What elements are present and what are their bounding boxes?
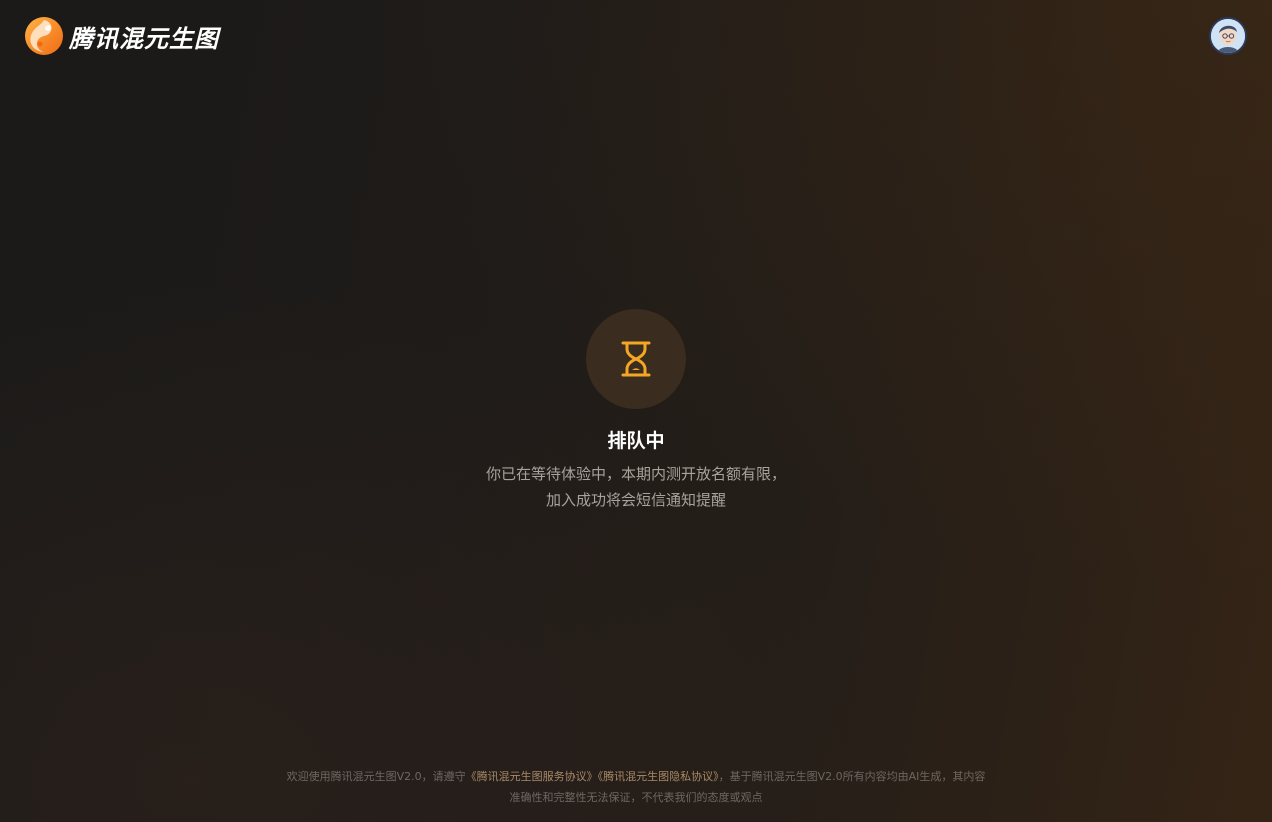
status-icon-badge <box>586 309 686 409</box>
footer-line-1: 欢迎使用腾讯混元生图V2.0，请遵守《腾讯混元生图服务协议》《腾讯混元生图隐私协… <box>0 766 1272 787</box>
footer-line-2: 准确性和完整性无法保证，不代表我们的态度或观点 <box>509 791 763 804</box>
queue-page: 腾讯混元生图 排队中 你已在等待体验中，本期内测开放名额有限， 加入成功将会短信… <box>0 0 1272 822</box>
user-avatar[interactable] <box>1209 17 1247 55</box>
footer-disclaimer: 欢迎使用腾讯混元生图V2.0，请遵守《腾讯混元生图服务协议》《腾讯混元生图隐私协… <box>0 766 1272 808</box>
user-avatar-icon <box>1211 19 1245 53</box>
hunyuan-logo-icon <box>25 17 63 55</box>
footer-text-before: 欢迎使用腾讯混元生图V2.0，请遵守 <box>286 770 466 783</box>
privacy-agreement-link[interactable]: 《腾讯混元生图隐私协议》 <box>598 770 719 783</box>
logo[interactable]: 腾讯混元生图 <box>24 16 219 56</box>
status-desc-line-1: 你已在等待体验中，本期内测开放名额有限， <box>485 465 786 483</box>
status-title: 排队中 <box>607 430 665 452</box>
service-agreement-link[interactable]: 《腾讯混元生图服务协议》 <box>466 770 598 783</box>
header: 腾讯混元生图 <box>0 0 1272 72</box>
hourglass-icon <box>621 341 651 377</box>
logo-text: 腾讯混元生图 <box>69 24 219 53</box>
status-desc-line-2: 加入成功将会短信通知提醒 <box>545 491 726 509</box>
queue-status: 排队中 你已在等待体验中，本期内测开放名额有限， 加入成功将会短信通知提醒 <box>0 309 1272 513</box>
status-description: 你已在等待体验中，本期内测开放名额有限， 加入成功将会短信通知提醒 <box>486 461 786 513</box>
footer-text-after: ，基于腾讯混元生图V2.0所有内容均由AI生成，其内容 <box>718 770 986 783</box>
